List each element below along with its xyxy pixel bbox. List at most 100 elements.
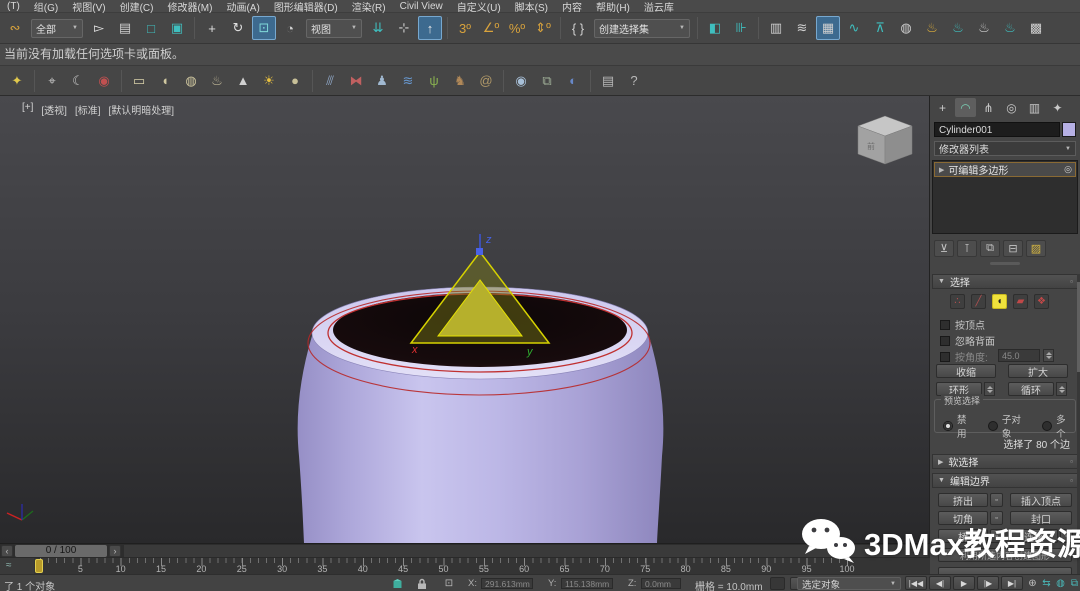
menu-item-1[interactable]: 组(G) — [27, 0, 65, 14]
percent-snap-icon[interactable]: %º — [505, 16, 529, 40]
pan-icon[interactable]: ⇆ — [1040, 576, 1053, 590]
orbit-icon[interactable]: ◍ — [1054, 576, 1067, 590]
vertex-mode-icon[interactable]: ∴ — [950, 294, 965, 309]
grass-icon[interactable]: ψ — [422, 69, 446, 93]
grow-button[interactable]: 扩大 — [1008, 364, 1068, 378]
menu-item-5[interactable]: 动画(A) — [219, 0, 266, 14]
scene-explorer-icon[interactable]: ▥ — [764, 16, 788, 40]
create-tab[interactable]: + — [932, 98, 953, 117]
clipboard-icon[interactable]: ▤ — [596, 69, 620, 93]
select-and-move-icon[interactable]: + — [200, 16, 224, 40]
render-setup-icon[interactable]: ♨ — [920, 16, 944, 40]
viewport-pov-menu[interactable]: [透视] — [41, 102, 67, 117]
menu-item-11[interactable]: 内容 — [555, 0, 589, 14]
show-end-result-icon[interactable]: ⊺ — [957, 240, 977, 257]
select-object-icon[interactable]: ▻ — [87, 16, 111, 40]
texture-images-icon[interactable]: ⧉ — [535, 69, 559, 93]
hierarchy-tab[interactable]: ⋔ — [978, 98, 999, 117]
angle-value-field[interactable]: 45.0 — [998, 349, 1040, 362]
cap-button[interactable]: 封口 — [1010, 511, 1072, 525]
render-preview-icon[interactable]: ◐ — [561, 69, 585, 93]
display-tab[interactable]: ▥ — [1024, 98, 1045, 117]
connect-button[interactable]: 连接 — [1010, 529, 1058, 543]
menu-item-7[interactable]: 渲染(R) — [345, 0, 393, 14]
viewport-shading-menu[interactable]: [默认明暗处理] — [109, 102, 175, 117]
curve-editor-icon[interactable]: ∿ — [842, 16, 866, 40]
panel-divider-grip[interactable] — [990, 262, 1020, 265]
selection-rollout-header[interactable]: ▼ 选择 ▫ — [932, 274, 1078, 289]
snail-icon[interactable]: @ — [474, 69, 498, 93]
keyboard-override-icon[interactable]: ↑ — [418, 16, 442, 40]
preview-subobject-radio[interactable] — [988, 421, 998, 431]
named-selection-sets-dropdown[interactable]: 创建选择集▼ — [594, 19, 690, 38]
mini-curve-editor-icon[interactable]: ≈ — [6, 560, 12, 571]
perspective-viewport[interactable]: [+] [透视] [标准] [默认明暗处理] — [0, 96, 930, 543]
modify-tab[interactable]: ◠ — [955, 98, 976, 117]
polygon-mode-icon[interactable]: ▰ — [1013, 294, 1028, 309]
disc-primitive-icon[interactable]: ● — [283, 69, 307, 93]
render-iterative-icon[interactable]: ♨ — [998, 16, 1022, 40]
menu-item-4[interactable]: 修改器(M) — [160, 0, 219, 14]
layer-explorer-icon[interactable]: ≋ — [790, 16, 814, 40]
select-and-scale-icon[interactable]: ⊡ — [252, 16, 276, 40]
soft-selection-rollout-header[interactable]: ▶ 软选择 ▫ — [932, 454, 1078, 469]
time-slider-handle[interactable] — [35, 559, 43, 573]
object-color-swatch[interactable] — [1062, 122, 1076, 137]
chamfer-settings-button[interactable]: ▫ — [990, 511, 1003, 525]
selection-filter-dropdown[interactable]: 全部▼ — [31, 19, 83, 38]
edge-mode-icon[interactable]: ╱ — [971, 294, 986, 309]
menu-item-13[interactable]: 溢云库 — [637, 0, 681, 14]
clipped-button[interactable] — [938, 567, 1072, 574]
plane-primitive-icon[interactable]: ▭ — [127, 69, 151, 93]
fish-icon[interactable]: ≋ — [396, 69, 420, 93]
go-to-start-button[interactable]: |◀◀ — [905, 576, 927, 590]
bridge-settings-button[interactable]: ▫ — [990, 529, 1003, 543]
loop-button[interactable]: 循环 — [1008, 382, 1054, 396]
visibility-bulb-icon[interactable]: ◎ — [1064, 164, 1072, 175]
by-vertex-checkbox[interactable] — [940, 320, 950, 330]
y-coord-field[interactable]: 115.138mm — [561, 578, 613, 589]
cone-primitive-icon[interactable]: ▲ — [231, 69, 255, 93]
isolate-selection-icon[interactable] — [390, 577, 404, 590]
align-icon[interactable]: ⊪ — [729, 16, 753, 40]
previous-key-arrow[interactable]: ‹ — [1, 545, 13, 557]
horse-icon[interactable]: ♞ — [448, 69, 472, 93]
spinner-snap-icon[interactable]: ⇕º — [531, 16, 555, 40]
viewport-type-menu[interactable]: [标准] — [75, 102, 101, 117]
modifier-stack[interactable]: ▶ 可编辑多边形 ◎ — [932, 160, 1078, 234]
edit-borders-rollout-header[interactable]: ▼ 编辑边界 ▫ — [932, 473, 1078, 488]
extrude-settings-button[interactable]: ▫ — [990, 493, 1003, 507]
remove-modifier-icon[interactable]: ⊟ — [1003, 240, 1023, 257]
modifier-stack-item[interactable]: ▶ 可编辑多边形 ◎ — [934, 162, 1076, 177]
element-mode-icon[interactable]: ❖ — [1034, 294, 1049, 309]
menu-item-3[interactable]: 创建(C) — [113, 0, 161, 14]
zoom-icon[interactable]: ⊕ — [1026, 576, 1039, 590]
maximize-viewport-icon[interactable]: ⧉ — [1068, 576, 1080, 590]
rollout-pin-icon[interactable]: ▫ — [1070, 476, 1073, 485]
motion-tab[interactable]: ◎ — [1001, 98, 1022, 117]
time-slider[interactable]: 0 / 100 — [15, 545, 107, 557]
ribbon-toggle-icon[interactable]: ▦ — [816, 16, 840, 40]
insert-vertex-button[interactable]: 插入顶点 — [1010, 493, 1072, 507]
shrink-button[interactable]: 收缩 — [936, 364, 996, 378]
menu-item-10[interactable]: 脚本(S) — [508, 0, 555, 14]
menu-item-2[interactable]: 视图(V) — [65, 0, 112, 14]
view-cube[interactable]: 前 — [858, 116, 912, 164]
track-bar-strip[interactable] — [124, 545, 928, 557]
modifier-list-dropdown[interactable]: 修改器列表 ▼ — [934, 141, 1076, 156]
go-to-end-button[interactable]: ▶| — [1001, 576, 1023, 590]
object-name-field[interactable]: Cylinder001 — [934, 122, 1060, 137]
border-mode-icon[interactable]: ◖ — [992, 294, 1007, 309]
by-angle-checkbox[interactable] — [940, 352, 950, 362]
blob-primitive-icon[interactable]: ◖ — [153, 69, 177, 93]
rain-icon[interactable]: ⫻ — [318, 69, 342, 93]
schematic-view-icon[interactable]: ⊼ — [868, 16, 892, 40]
select-and-link-icon[interactable]: ∾ — [3, 16, 27, 40]
play-button[interactable]: ▶ — [953, 576, 975, 590]
render-production-icon[interactable]: ♨ — [972, 16, 996, 40]
utilities-tab[interactable]: ✦ — [1047, 98, 1068, 117]
weight-tool-icon[interactable]: ⇊ — [366, 16, 390, 40]
select-and-rotate-icon[interactable]: ↻ — [226, 16, 250, 40]
snap-toggle-3d-icon[interactable]: 3º — [453, 16, 477, 40]
sun-icon[interactable]: ☀ — [257, 69, 281, 93]
